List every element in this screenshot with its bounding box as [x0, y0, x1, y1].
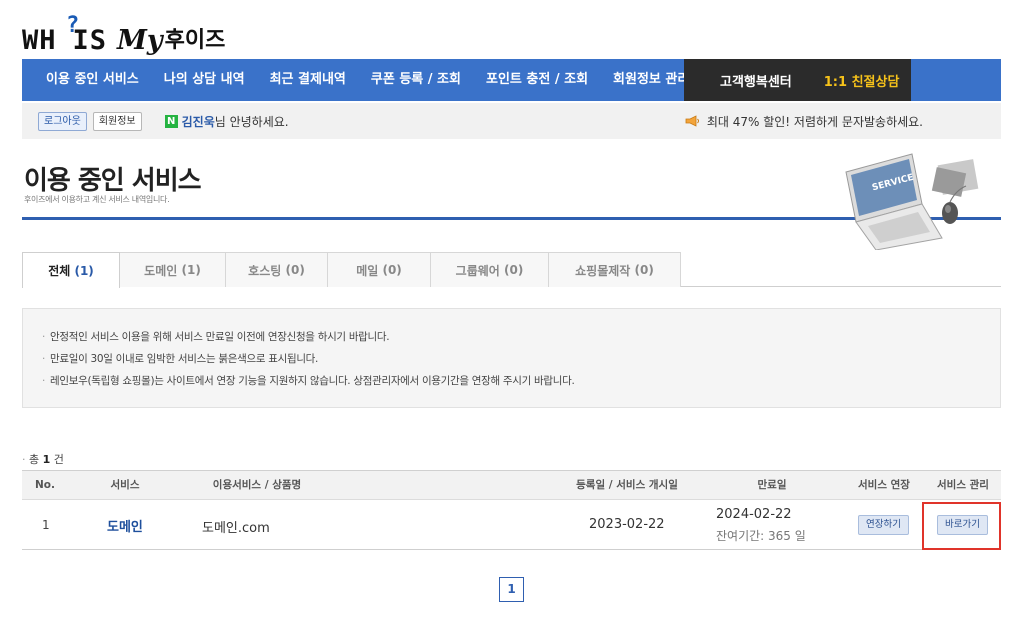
member-info-button[interactable]: 회원정보: [92, 111, 142, 131]
tab-shopping-mall-count: (0): [634, 263, 654, 277]
tab-mail-count: (0): [382, 263, 402, 277]
customer-center-link[interactable]: 고객행복센터: [720, 71, 792, 90]
nav-support: 고객행복센터 1:1 친절상담: [684, 59, 911, 101]
header-no: No.: [35, 479, 55, 491]
table-row: 1 도메인 도메인.com 2023-02-22 2024-02-22 잔여기간…: [22, 500, 1001, 550]
promo-text: 최대 47% 할인! 저렴하게 문자발송하세요.: [706, 114, 923, 129]
row-service: 도메인: [107, 520, 143, 535]
tab-shopping-mall[interactable]: 쇼핑몰제작 (0): [548, 252, 681, 287]
welcome-text: 님 안녕하세요.: [214, 114, 289, 129]
header-renew: 서비스 연장: [858, 479, 910, 491]
total-number: 1: [42, 453, 51, 466]
renew-button[interactable]: 연장하기: [858, 515, 909, 535]
row-registered-date: 2023-02-22: [589, 517, 665, 532]
page-title: 이용 중인 서비스: [24, 166, 202, 196]
tab-groupware-label: 그룹웨어: [455, 263, 500, 278]
user-name: 김진욱: [181, 114, 215, 129]
row-expiry-date: 2024-02-22: [716, 507, 792, 522]
nav-item-coupons[interactable]: 쿠폰 등록 / 조회: [358, 59, 473, 101]
sms-promo[interactable]: 최대 47% 할인! 저렴하게 문자발송하세요.: [685, 103, 923, 139]
row-remaining-period: 잔여기간: 365 일: [716, 529, 806, 543]
whois-logo[interactable]: WH IS? My 후이즈: [22, 10, 225, 56]
page-subtitle: 후이즈에서 이용하고 계신 서비스 내역입니다.: [24, 195, 170, 204]
tab-groupware[interactable]: 그룹웨어 (0): [430, 252, 549, 287]
tab-hosting[interactable]: 호스팅 (0): [225, 252, 328, 287]
notice-item: 안정적인 서비스 이용을 위해 서비스 만료일 이전에 연장신청을 하시기 바랍…: [23, 326, 1000, 348]
tab-domain-count: (1): [181, 263, 201, 277]
row-number: 1: [42, 518, 50, 532]
user-bar: 로그아웃 회원정보 N 김진욱 님 안녕하세요. 최대 47% 할인! 저렴하게…: [22, 103, 1001, 139]
total-count: · 총 1 건: [22, 451, 64, 467]
table-header: No. 서비스 이용서비스 / 상품명 등록일 / 서비스 개시일 만료일 서비…: [22, 470, 1001, 500]
total-suffix: 건: [53, 453, 64, 466]
tab-domain-label: 도메인: [144, 263, 178, 278]
header-product: 이용서비스 / 상품명: [212, 479, 302, 491]
nav-item-consult-history[interactable]: 나의 상담 내역: [151, 59, 257, 101]
logo-question-mark: ?: [66, 13, 81, 38]
logo-korean-text: 후이즈: [164, 28, 226, 53]
bullet-icon: ·: [22, 453, 26, 466]
nav-menu: 이용 중인 서비스 나의 상담 내역 최근 결제내역 쿠폰 등록 / 조회 포인…: [22, 59, 701, 101]
header-manage: 서비스 관리: [937, 479, 989, 491]
highlight-box: [922, 502, 1001, 550]
tab-all[interactable]: 전체 (1): [22, 252, 120, 288]
tab-mail[interactable]: 메일 (0): [327, 252, 431, 287]
tab-hosting-count: (0): [285, 263, 305, 277]
notice-item: 레인보우(독립형 쇼핑몰)는 사이트에서 연장 기능을 지원하지 않습니다. 상…: [23, 370, 1000, 392]
tab-domain[interactable]: 도메인 (1): [119, 252, 226, 287]
header-registered: 등록일 / 서비스 개시일: [576, 479, 678, 491]
header-service: 서비스: [110, 479, 140, 491]
one-on-one-consult-link[interactable]: 1:1 친절상담: [824, 71, 900, 90]
main-nav: 이용 중인 서비스 나의 상담 내역 최근 결제내역 쿠폰 등록 / 조회 포인…: [22, 59, 1001, 101]
pagination-page-1[interactable]: 1: [499, 577, 524, 602]
tab-hosting-label: 호스팅: [248, 263, 282, 278]
tab-groupware-count: (0): [504, 263, 524, 277]
row-product-name: 도메인.com: [202, 521, 270, 536]
logo-whois-text: WH IS?: [22, 13, 108, 56]
logo-my-text: My: [117, 25, 163, 56]
total-prefix: 총: [29, 453, 40, 466]
notice-item: 만료일이 30일 이내로 임박한 서비스는 붉은색으로 표시됩니다.: [23, 348, 1000, 370]
service-notice: 안정적인 서비스 이용을 위해 서비스 만료일 이전에 연장신청을 하시기 바랍…: [22, 308, 1001, 408]
tab-shopping-mall-label: 쇼핑몰제작: [575, 263, 631, 278]
tab-all-count: (1): [74, 263, 94, 278]
header-expires: 만료일: [757, 479, 787, 491]
megaphone-icon: [685, 115, 701, 127]
logout-button[interactable]: 로그아웃: [38, 111, 87, 131]
nav-item-points[interactable]: 포인트 충전 / 조회: [473, 59, 600, 101]
laptop-illustration: SERVICE: [838, 150, 988, 251]
service-tabs: 전체 (1) 도메인 (1) 호스팅 (0) 메일 (0) 그룹웨어 (0) 쇼…: [22, 252, 1001, 288]
nav-item-services[interactable]: 이용 중인 서비스: [22, 59, 151, 101]
naver-badge-icon: N: [164, 114, 178, 128]
tab-all-label: 전체: [48, 264, 71, 278]
nav-item-payments[interactable]: 최근 결제내역: [257, 59, 358, 101]
tab-mail-label: 메일: [356, 263, 379, 278]
